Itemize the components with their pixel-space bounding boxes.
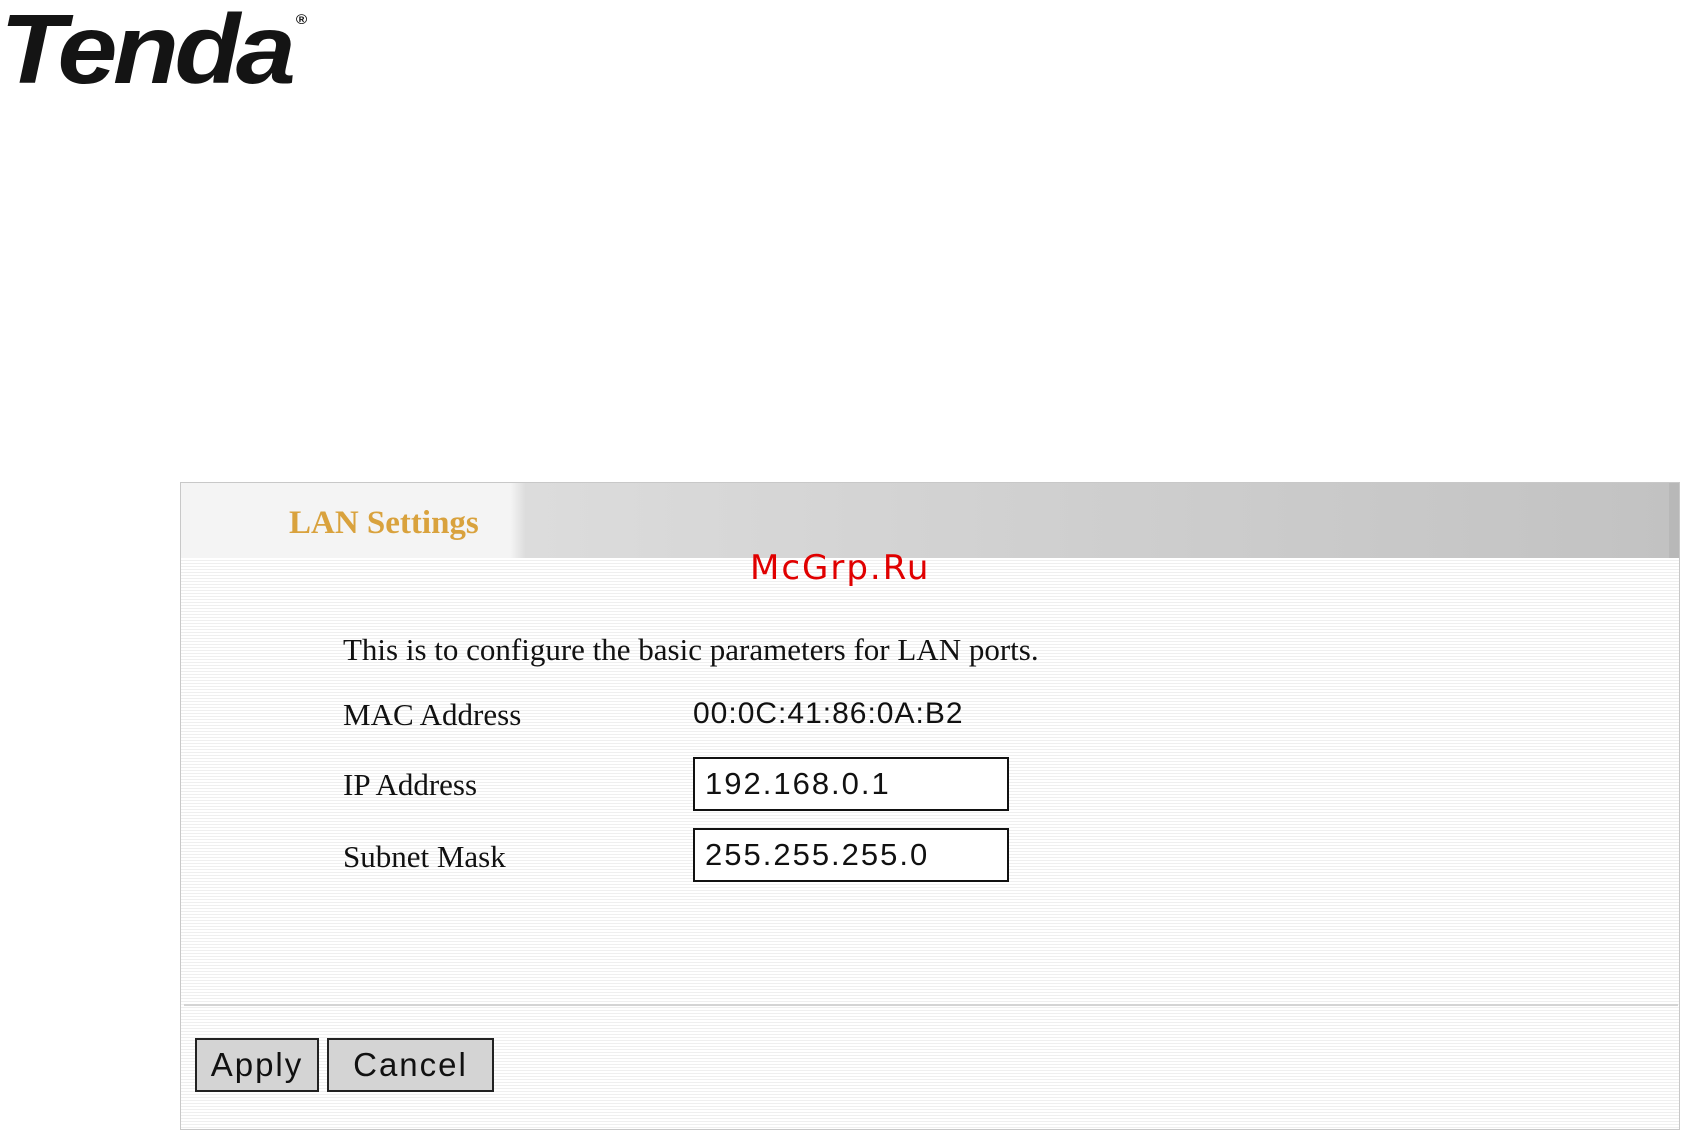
description-text: This is to configure the basic parameter…: [343, 632, 1039, 667]
apply-button[interactable]: Apply: [195, 1038, 319, 1092]
mac-address-label: MAC Address: [343, 697, 522, 732]
subnet-mask-input[interactable]: [693, 828, 1009, 882]
tenda-logo: Tenda ®: [0, 0, 308, 104]
panel-header: LAN Settings: [181, 483, 1679, 558]
ip-address-input[interactable]: [693, 757, 1009, 811]
cancel-button[interactable]: Cancel: [327, 1038, 494, 1092]
divider: [184, 1004, 1678, 1006]
subnet-mask-label: Subnet Mask: [343, 839, 506, 874]
watermark: McGrp.Ru: [750, 548, 931, 588]
header-edge: [1669, 483, 1679, 558]
ip-address-label: IP Address: [343, 767, 478, 802]
page-title: LAN Settings: [289, 505, 479, 541]
mac-address-value: 00:0C:41:86:0A:B2: [693, 697, 964, 730]
